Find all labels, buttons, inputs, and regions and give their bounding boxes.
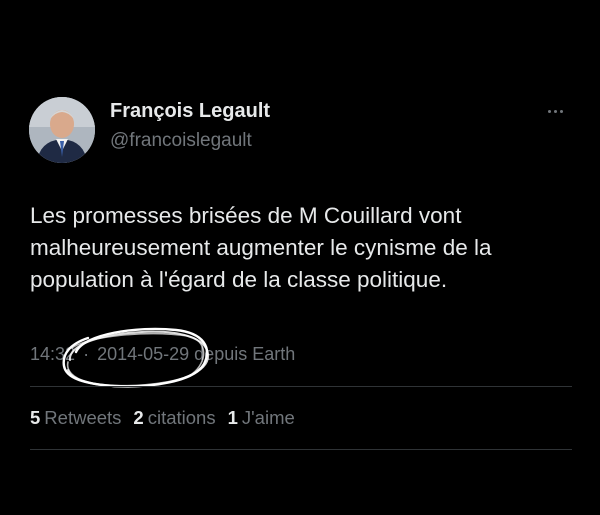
tweet-text-line: Les promesses brisées de M Couillard von…: [30, 203, 462, 228]
more-dots-icon: [553, 109, 557, 113]
quotes-stat[interactable]: 2 citations: [133, 407, 215, 429]
more-dots-icon: [559, 109, 563, 113]
likes-label: J'aime: [241, 407, 295, 428]
likes-count: 1: [227, 407, 238, 428]
divider: [30, 386, 572, 387]
retweets-stat[interactable]: 5 Retweets: [30, 407, 121, 429]
author-name[interactable]: François Legault: [110, 100, 270, 123]
likes-stat[interactable]: 1 J'aime: [228, 407, 295, 429]
tweet-text-line: population à l'égard de la classe politi…: [30, 267, 448, 292]
tweet-card: François Legault @francoislegault Les pr…: [0, 0, 600, 515]
meta-separator: ·: [83, 344, 90, 364]
author-handle[interactable]: @francoislegault: [110, 130, 252, 152]
tweet-date[interactable]: 2014-05-29: [97, 344, 189, 364]
tweet-metadata: 14:32 · 2014-05-29 depuis Earth: [30, 344, 295, 365]
quotes-label: citations: [147, 407, 216, 428]
quotes-count: 2: [133, 407, 144, 428]
tweet-source: depuis Earth: [194, 344, 296, 364]
retweets-count: 5: [30, 407, 41, 428]
divider: [30, 449, 572, 450]
more-options-button[interactable]: [538, 102, 572, 120]
engagement-stats: 5 Retweets 2 citations 1 J'aime: [30, 407, 295, 429]
profile-photo-icon: [29, 97, 95, 163]
tweet-text: Les promesses brisées de M Couillard von…: [30, 200, 580, 296]
more-dots-icon: [547, 109, 551, 113]
avatar[interactable]: [29, 97, 95, 163]
tweet-time[interactable]: 14:32: [30, 344, 75, 364]
retweets-label: Retweets: [44, 407, 122, 428]
tweet-text-line: malheureusement augmenter le cynisme de …: [30, 235, 492, 260]
